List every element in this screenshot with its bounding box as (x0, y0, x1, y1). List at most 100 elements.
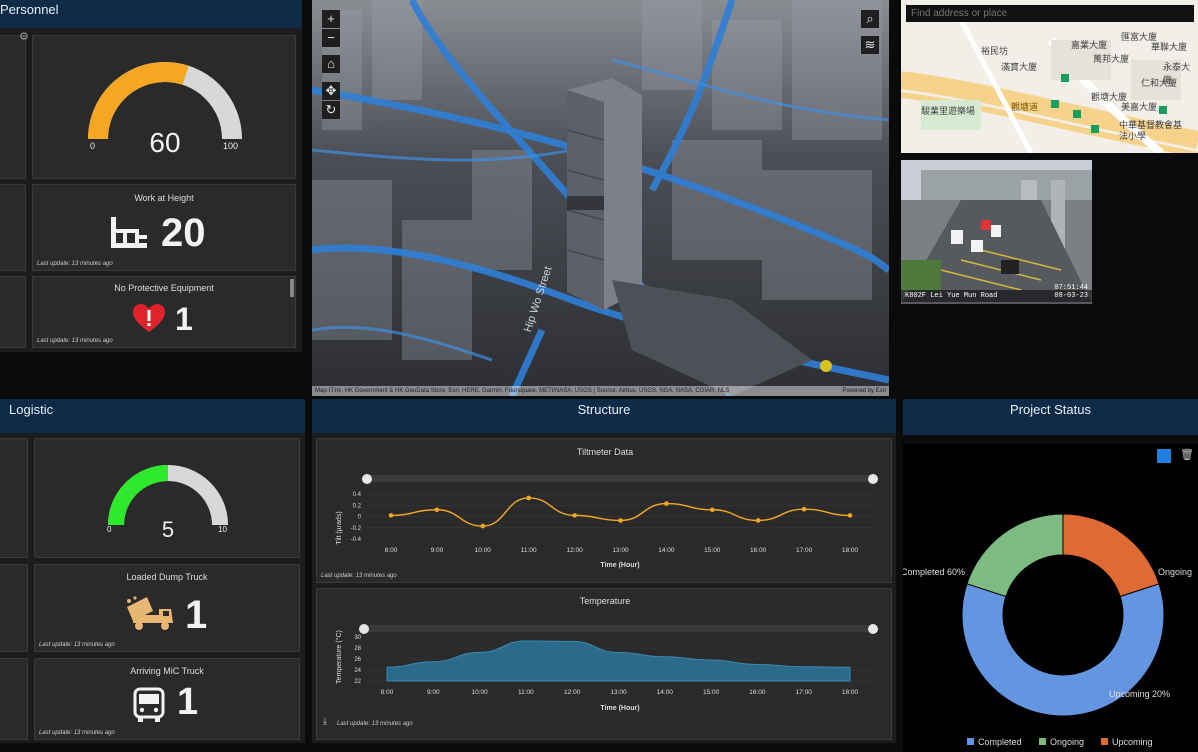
x-tick-label: 10:00 (475, 547, 492, 554)
map-label: 中華基督教會基法小學 (1119, 120, 1183, 141)
temperature-card: Temperature Temperature (°C) Time (Hour)… (316, 588, 892, 740)
chart-title: Tiltmeter Data (577, 447, 633, 457)
x-tick-label: 15:00 (704, 547, 721, 554)
map-label: 觀塘道 (1011, 102, 1039, 112)
dump-truck-icon (127, 596, 173, 630)
last-update-text: Last update: 13 minutes ago (337, 721, 413, 727)
legend-swatch (967, 738, 974, 745)
gauge-max-label: 100 (223, 141, 238, 151)
legend-label: Upcoming (1112, 737, 1153, 747)
slice-label: Completed 60% (903, 567, 965, 577)
x-tick-label: 18:00 (842, 689, 859, 696)
gauge-max-label: 10 (218, 525, 227, 534)
personnel-side-card (0, 276, 26, 348)
temperature-chart: Temperature Temperature (°C) Time (Hour)… (335, 596, 878, 712)
x-tick-label: 8:00 (385, 547, 398, 554)
map-label: 仁和大廈 (1141, 78, 1178, 88)
x-tick-label: 11:00 (518, 689, 534, 696)
legend-label: Completed (978, 737, 1022, 747)
home-button[interactable]: ⌂ (322, 55, 340, 73)
map-label: 滿寶大廈 (1001, 62, 1038, 72)
personnel-gauge: 0 100 60 (88, 62, 242, 158)
map-label: 萬邦大廈 (1093, 54, 1130, 64)
x-tick-label: 16:00 (750, 547, 767, 554)
last-update-text: Last update: 13 minutes ago (39, 642, 115, 648)
y-axis-label: Temperature (°C) (335, 630, 343, 684)
scaffold-icon (111, 217, 147, 248)
data-point (388, 513, 394, 518)
project-status-header: Project Status (903, 399, 1198, 435)
range-slider-handle-left (359, 624, 369, 634)
powered-by-esri[interactable]: Powered by Esri (842, 386, 886, 396)
street-map-2d[interactable]: 裕民坊 駿業里遊樂場 觀塘道 嘉業大廈 觀塘大廈 匯富大廈 華聯大廈 永泰大廈 … (901, 0, 1198, 153)
dump-truck-value: 1 (185, 593, 208, 637)
last-update-text: Last update: 13 minutes ago (37, 261, 113, 267)
tiltmeter-chart: Tiltmeter Data Tilt (µrads) Time (Hour) … (336, 447, 878, 569)
donut-slice-upcoming (1062, 513, 1160, 598)
data-point (618, 518, 623, 523)
last-update-text: Last update: 13 minutes ago (39, 730, 115, 736)
map-label: 嘉業大廈 (1071, 40, 1108, 50)
mic-truck-title: Arriving MiC Truck (130, 666, 204, 676)
y-axis-label: Tilt (µrads) (336, 511, 343, 544)
x-axis-label: Time (Hour) (600, 705, 639, 712)
map-label: 駿業里遊樂場 (921, 106, 976, 116)
x-tick-label: 15:00 (703, 689, 720, 696)
personnel-gauge-card: 0 100 60 (32, 35, 296, 179)
logistic-side-card (0, 658, 28, 740)
zoom-in-button[interactable]: + (322, 10, 340, 28)
logistic-gauge-card: 0 10 5 (34, 438, 300, 558)
tiltmeter-card: Tiltmeter Data Tilt (µrads) Time (Hour) … (316, 438, 892, 583)
x-tick-label: 8:00 (381, 689, 394, 696)
data-point (480, 523, 486, 529)
project-status-title: Project Status (1010, 402, 1091, 417)
legend-swatch (1101, 738, 1108, 745)
y-tick-label: 0 (358, 515, 362, 521)
x-tick-label: 9:00 (431, 547, 444, 554)
logistic-header: Logistic (0, 399, 305, 433)
no-ppe-title: No Protective Equipment (114, 283, 214, 293)
slice-label: Ongoing (1158, 567, 1192, 577)
data-point (664, 501, 669, 506)
range-slider-handle-left (362, 474, 372, 484)
legend-swatch (1039, 738, 1046, 745)
pan-button[interactable]: ✥ (322, 82, 340, 100)
cctv-date: 08-03-23 (1054, 292, 1088, 300)
range-slider-handle-right (868, 474, 878, 484)
cctv-feed[interactable]: K802F Lei Yue Mun Road 07:51:44 08-03-23 (901, 160, 1092, 304)
zoom-out-button[interactable]: − (322, 29, 340, 47)
rotate-button[interactable]: ↻ (322, 101, 340, 119)
personnel-side-card (0, 35, 26, 179)
x-tick-label: 9:00 (427, 689, 440, 696)
dump-truck-card: Loaded Dump Truck 1 Last update: 13 minu… (34, 564, 300, 652)
settings-icon[interactable]: ⚙ (19, 30, 29, 43)
last-update-text: Last update: 13 minutes ago (321, 573, 397, 579)
x-tick-label: 12:00 (566, 547, 583, 554)
gauge-fill (108, 465, 169, 526)
x-tick-label: 10:00 (471, 689, 488, 696)
download-icon[interactable]: ⤓ (323, 716, 327, 727)
x-tick-label: 17:00 (796, 689, 813, 696)
data-point (434, 507, 440, 513)
scene-view-3d[interactable]: Hip Wo Street + − ⌂ ✥ ↻ ⌕ ≋ Map-IT.hk, H… (312, 0, 889, 396)
heart-alert-icon (133, 304, 165, 332)
work-at-height-card: Work at Height 20 Last update: 13 minute… (32, 184, 296, 271)
project-status-donut: Completed 60% Ongoing Upcoming 20% Complet… (903, 513, 1192, 747)
search-button[interactable]: ⌕ (861, 10, 879, 28)
scrollbar[interactable] (290, 279, 294, 297)
range-slider-track (365, 625, 875, 632)
personnel-header: Personnel (0, 0, 302, 28)
project-status-panel: 🗑 Completed 60% Ongoing Upcoming 20% Compl… (903, 444, 1198, 752)
personnel-side-card (0, 184, 26, 271)
structure-title: Structure (577, 402, 631, 417)
slice-label: Upcoming 20% (1109, 689, 1170, 699)
data-point (847, 513, 853, 518)
x-tick-label: 12:00 (564, 689, 581, 696)
address-search-input[interactable] (906, 5, 1194, 22)
city-3d-render (312, 0, 889, 396)
map-label: 美嘉大廈 (1121, 102, 1158, 112)
range-slider-handle-right (868, 624, 878, 634)
cctv-caption: K802F Lei Yue Mun Road (905, 292, 998, 300)
layers-button[interactable]: ≋ (861, 36, 879, 54)
logistic-gauge: 0 10 5 (107, 465, 228, 542)
